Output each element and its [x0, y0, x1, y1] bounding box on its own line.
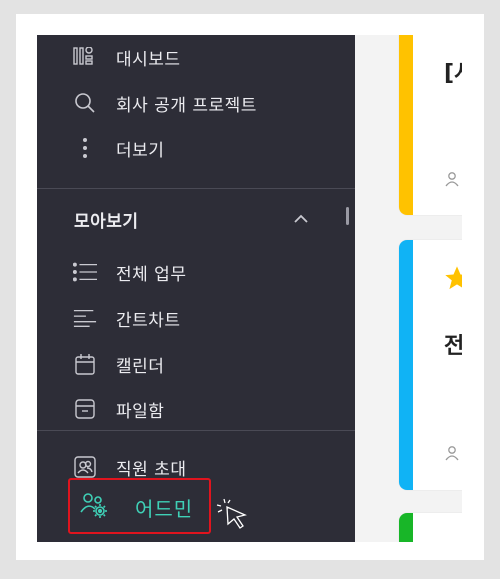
pointer-click-icon — [215, 497, 251, 531]
sidebar-item-label: 직원 초대 — [116, 459, 187, 480]
main-content: [시 전 — [355, 35, 462, 542]
sidebar-item-label: 간트차트 — [116, 310, 181, 331]
card-color-stripe — [399, 35, 413, 215]
project-card[interactable] — [399, 513, 462, 542]
sidebar: 대시보드 회사 공개 프로젝트 더보기 모아보기 전체 업무 간트차트 캘린더 … — [37, 35, 355, 542]
search-icon — [73, 92, 97, 114]
sidebar-item-admin[interactable]: 어드민 — [68, 478, 211, 534]
card-title: [시 — [444, 61, 462, 86]
sidebar-item-label: 캘린더 — [116, 356, 165, 377]
sidebar-item-label: 파일함 — [116, 401, 165, 422]
sidebar-item-label: 전체 업무 — [116, 264, 187, 285]
star-icon[interactable] — [443, 264, 462, 296]
sidebar-item-calendar[interactable]: 캘린더 — [37, 344, 337, 384]
sidebar-divider — [37, 188, 355, 189]
user-icon — [444, 171, 460, 187]
app-window: 대시보드 회사 공개 프로젝트 더보기 모아보기 전체 업무 간트차트 캘린더 … — [37, 35, 462, 542]
project-card[interactable]: 전 — [399, 240, 462, 490]
sidebar-item-label: 회사 공개 프로젝트 — [116, 95, 257, 116]
project-card[interactable]: [시 — [399, 35, 462, 215]
sidebar-item-dashboard[interactable]: 대시보드 — [37, 37, 337, 77]
card-title: 전 — [444, 334, 462, 359]
card-color-stripe — [399, 513, 413, 542]
sidebar-item-files[interactable]: 파일함 — [37, 389, 337, 429]
scrollbar[interactable] — [346, 207, 349, 225]
sidebar-item-label: 대시보드 — [116, 49, 181, 70]
admin-users-gear-icon — [80, 492, 110, 520]
sidebar-item-public-projects[interactable]: 회사 공개 프로젝트 — [37, 83, 337, 123]
sidebar-item-gantt-chart[interactable]: 간트차트 — [37, 298, 337, 338]
dashboard-icon — [73, 46, 97, 68]
sidebar-item-label: 어드민 — [135, 497, 194, 521]
gantt-icon — [73, 307, 97, 329]
chevron-up-icon[interactable] — [291, 209, 311, 229]
list-icon — [73, 261, 97, 283]
more-vertical-icon — [73, 137, 97, 159]
invite-users-icon — [73, 456, 97, 478]
calendar-icon — [73, 353, 97, 375]
sidebar-item-all-tasks[interactable]: 전체 업무 — [37, 252, 337, 292]
sidebar-item-label: 더보기 — [116, 140, 165, 161]
card-color-stripe — [399, 240, 413, 490]
sidebar-item-more[interactable]: 더보기 — [37, 128, 337, 168]
section-title: 모아보기 — [74, 212, 139, 232]
sidebar-divider — [37, 430, 355, 431]
user-icon — [444, 445, 460, 461]
archive-icon — [73, 398, 97, 420]
